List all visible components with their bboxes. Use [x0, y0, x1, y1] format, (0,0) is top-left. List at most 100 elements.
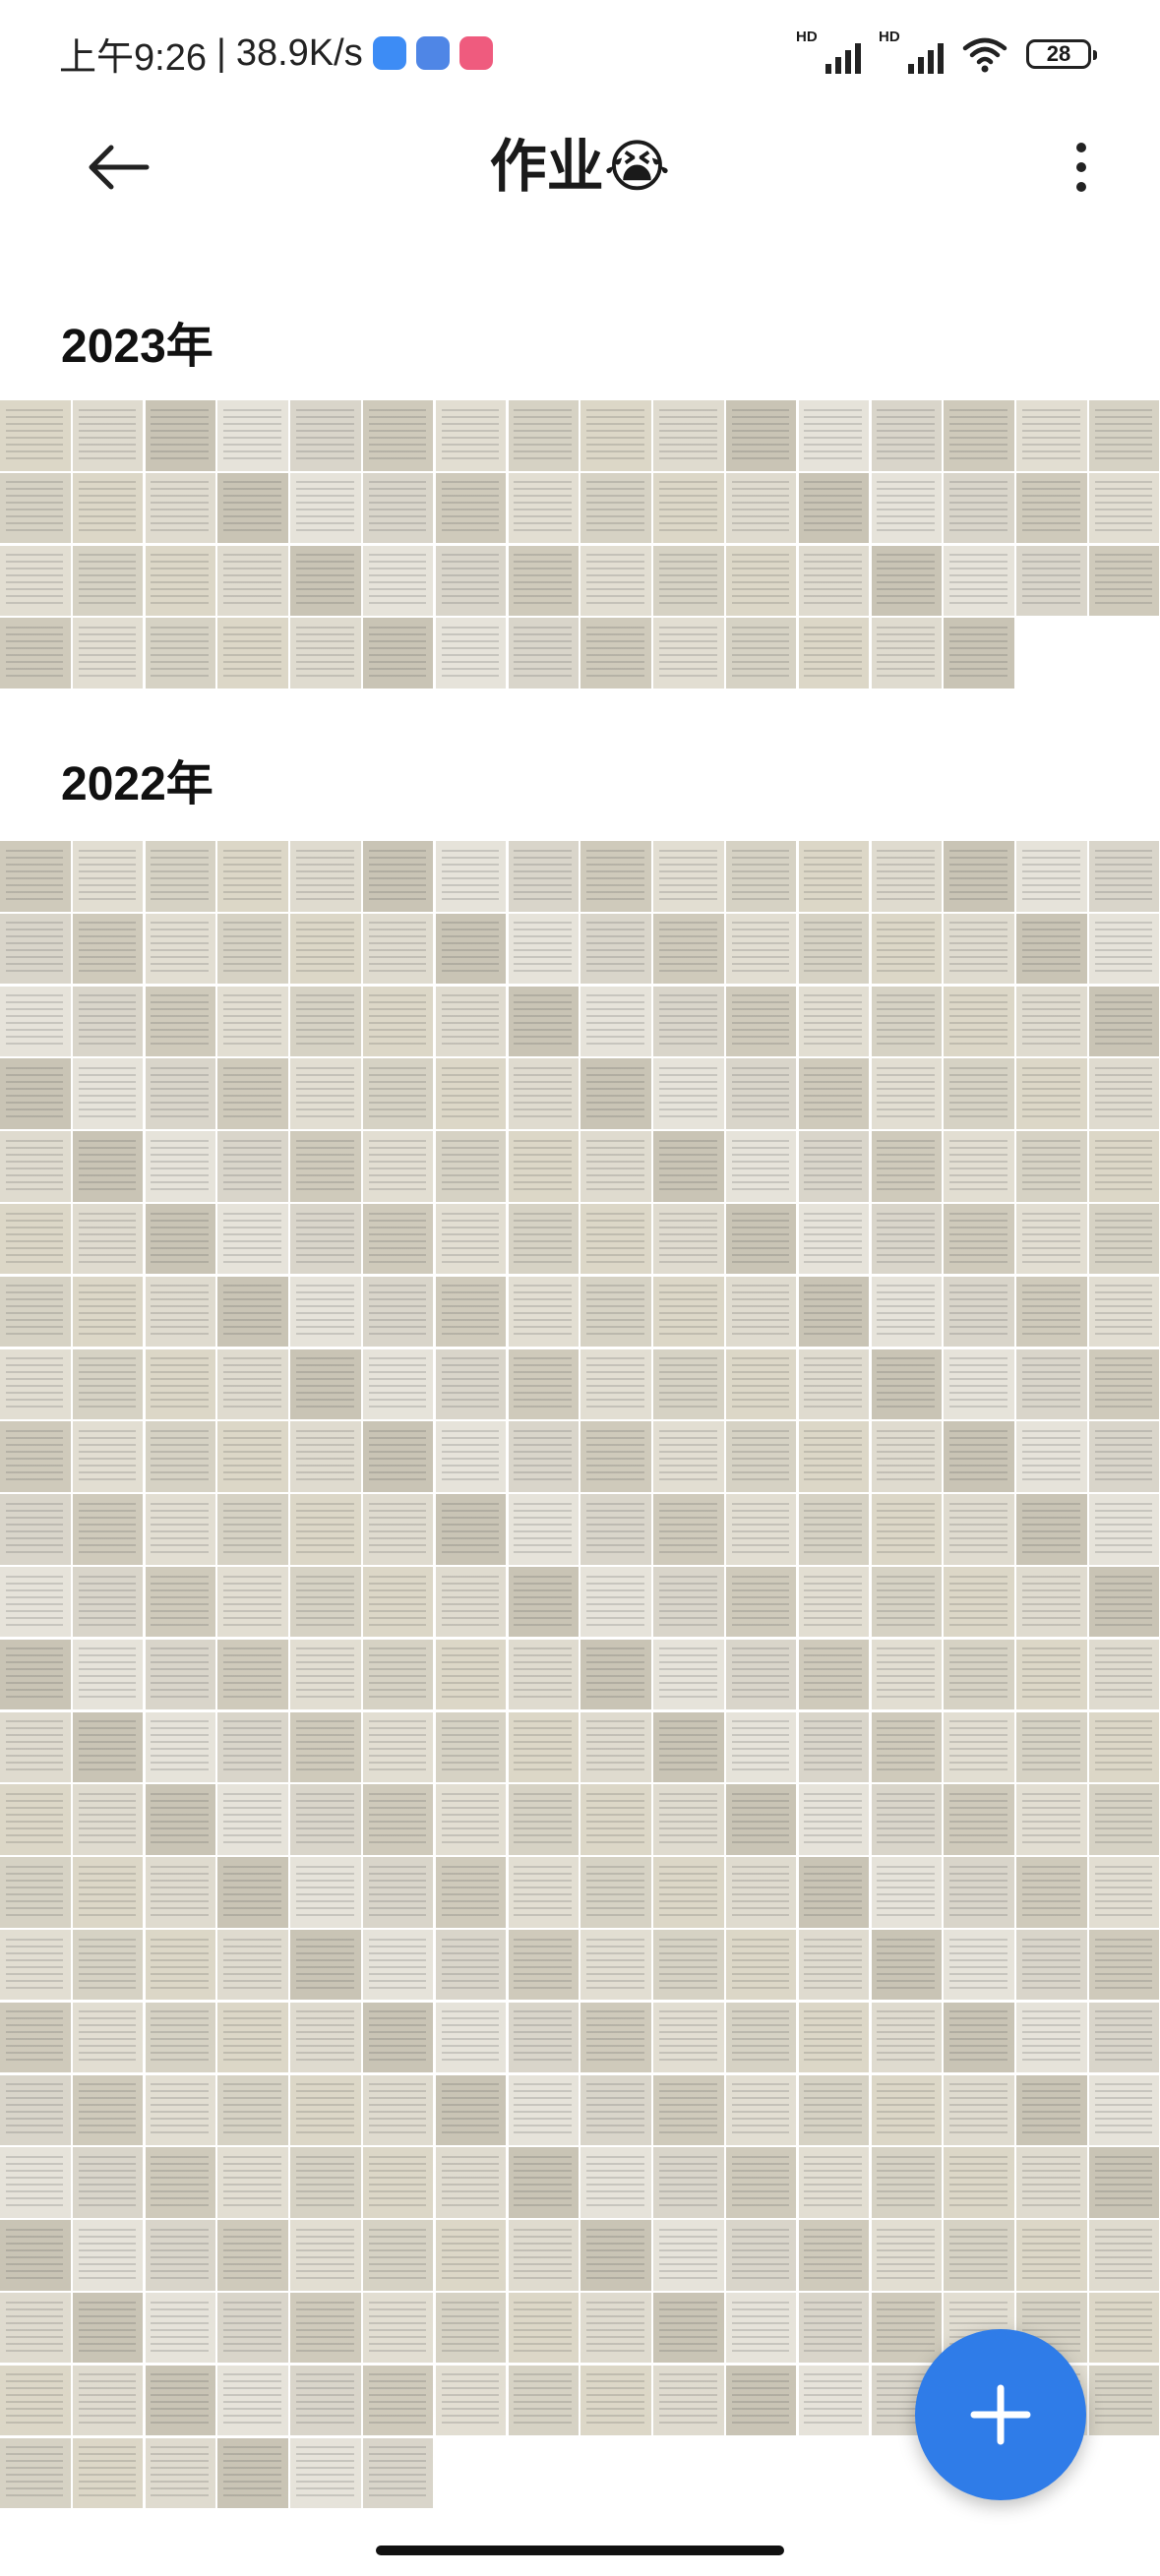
- photo-thumbnail[interactable]: [1016, 986, 1087, 1057]
- photo-thumbnail[interactable]: [1016, 1929, 1087, 2001]
- photo-thumbnail[interactable]: [290, 1857, 361, 1928]
- photo-thumbnail[interactable]: [508, 1276, 580, 1348]
- photo-thumbnail[interactable]: [508, 545, 580, 617]
- photo-thumbnail[interactable]: [1088, 1421, 1160, 1492]
- photo-thumbnail[interactable]: [72, 1566, 144, 1638]
- photo-thumbnail[interactable]: [798, 1566, 870, 1638]
- photo-thumbnail[interactable]: [798, 400, 870, 471]
- photo-thumbnail[interactable]: [362, 1203, 434, 1275]
- photo-thumbnail[interactable]: [944, 2147, 1014, 2218]
- photo-thumbnail[interactable]: [508, 2147, 580, 2218]
- photo-thumbnail[interactable]: [72, 2220, 144, 2291]
- photo-thumbnail[interactable]: [1088, 913, 1160, 985]
- photo-thumbnail[interactable]: [0, 1711, 71, 1783]
- photo-thumbnail[interactable]: [217, 1421, 288, 1492]
- photo-thumbnail[interactable]: [362, 2147, 434, 2218]
- photo-thumbnail[interactable]: [580, 1421, 651, 1492]
- photo-thumbnail[interactable]: [290, 2074, 361, 2146]
- photo-thumbnail[interactable]: [1088, 1711, 1160, 1783]
- photo-thumbnail[interactable]: [290, 1711, 361, 1783]
- photo-thumbnail[interactable]: [1088, 841, 1160, 912]
- photo-thumbnail[interactable]: [580, 2220, 651, 2291]
- photo-thumbnail[interactable]: [435, 1929, 507, 2001]
- photo-thumbnail[interactable]: [944, 2074, 1014, 2146]
- photo-thumbnail[interactable]: [435, 913, 507, 985]
- photo-thumbnail[interactable]: [72, 1784, 144, 1855]
- photo-thumbnail[interactable]: [435, 1348, 507, 1420]
- photo-thumbnail[interactable]: [0, 2292, 71, 2364]
- photo-thumbnail[interactable]: [435, 986, 507, 1057]
- photo-thumbnail[interactable]: [72, 1058, 144, 1129]
- photo-thumbnail[interactable]: [72, 1421, 144, 1492]
- photo-thumbnail[interactable]: [725, 913, 797, 985]
- photo-thumbnail[interactable]: [798, 1857, 870, 1928]
- photo-thumbnail[interactable]: [508, 1421, 580, 1492]
- photo-thumbnail[interactable]: [798, 2002, 870, 2073]
- photo-thumbnail[interactable]: [217, 841, 288, 912]
- photo-thumbnail[interactable]: [798, 2292, 870, 2364]
- home-indicator[interactable]: [376, 2546, 784, 2555]
- photo-thumbnail[interactable]: [653, 986, 724, 1057]
- photo-thumbnail[interactable]: [1016, 2147, 1087, 2218]
- photo-thumbnail[interactable]: [72, 2292, 144, 2364]
- photo-thumbnail[interactable]: [653, 913, 724, 985]
- photo-thumbnail[interactable]: [145, 986, 216, 1057]
- photo-thumbnail[interactable]: [72, 841, 144, 912]
- photo-thumbnail[interactable]: [871, 2074, 943, 2146]
- photo-thumbnail[interactable]: [290, 1058, 361, 1129]
- photo-thumbnail[interactable]: [580, 1131, 651, 1202]
- photo-thumbnail[interactable]: [362, 1639, 434, 1710]
- photo-thumbnail[interactable]: [653, 2220, 724, 2291]
- photo-thumbnail[interactable]: [871, 1131, 943, 1202]
- photo-thumbnail[interactable]: [362, 618, 434, 689]
- photo-thumbnail[interactable]: [217, 400, 288, 471]
- photo-thumbnail[interactable]: [217, 1494, 288, 1565]
- photo-thumbnail[interactable]: [362, 2365, 434, 2436]
- photo-thumbnail[interactable]: [798, 913, 870, 985]
- photo-thumbnail[interactable]: [580, 618, 651, 689]
- photo-thumbnail[interactable]: [944, 1276, 1014, 1348]
- photo-thumbnail[interactable]: [944, 472, 1014, 544]
- photo-thumbnail[interactable]: [508, 1857, 580, 1928]
- photo-thumbnail[interactable]: [871, 1421, 943, 1492]
- photo-thumbnail[interactable]: [290, 2365, 361, 2436]
- photo-thumbnail[interactable]: [145, 1711, 216, 1783]
- photo-thumbnail[interactable]: [580, 545, 651, 617]
- photo-thumbnail[interactable]: [580, 2365, 651, 2436]
- photo-thumbnail[interactable]: [435, 472, 507, 544]
- photo-thumbnail[interactable]: [217, 545, 288, 617]
- photo-thumbnail[interactable]: [1016, 1421, 1087, 1492]
- photo-thumbnail[interactable]: [1088, 986, 1160, 1057]
- photo-thumbnail[interactable]: [0, 1929, 71, 2001]
- photo-thumbnail[interactable]: [944, 841, 1014, 912]
- photo-thumbnail[interactable]: [145, 2437, 216, 2509]
- photo-thumbnail[interactable]: [580, 1929, 651, 2001]
- photo-thumbnail[interactable]: [580, 1276, 651, 1348]
- photo-thumbnail[interactable]: [290, 2220, 361, 2291]
- photo-thumbnail[interactable]: [217, 1203, 288, 1275]
- photo-thumbnail[interactable]: [1088, 472, 1160, 544]
- photo-thumbnail[interactable]: [725, 545, 797, 617]
- photo-thumbnail[interactable]: [944, 986, 1014, 1057]
- photo-thumbnail[interactable]: [1088, 1566, 1160, 1638]
- photo-thumbnail[interactable]: [798, 1494, 870, 1565]
- photo-thumbnail[interactable]: [508, 841, 580, 912]
- photo-thumbnail[interactable]: [725, 2292, 797, 2364]
- photo-thumbnail[interactable]: [725, 1784, 797, 1855]
- photo-thumbnail[interactable]: [653, 1494, 724, 1565]
- photo-thumbnail[interactable]: [0, 1348, 71, 1420]
- photo-thumbnail[interactable]: [508, 913, 580, 985]
- photo-thumbnail[interactable]: [580, 2292, 651, 2364]
- photo-thumbnail[interactable]: [798, 618, 870, 689]
- photo-thumbnail[interactable]: [0, 1784, 71, 1855]
- photo-thumbnail[interactable]: [435, 841, 507, 912]
- photo-thumbnail[interactable]: [362, 2074, 434, 2146]
- photo-thumbnail[interactable]: [1088, 2292, 1160, 2364]
- photo-thumbnail[interactable]: [362, 841, 434, 912]
- photo-thumbnail[interactable]: [0, 1566, 71, 1638]
- photo-thumbnail[interactable]: [72, 1494, 144, 1565]
- photo-thumbnail[interactable]: [72, 2074, 144, 2146]
- photo-thumbnail[interactable]: [145, 1929, 216, 2001]
- photo-thumbnail[interactable]: [217, 2002, 288, 2073]
- photo-thumbnail[interactable]: [217, 1348, 288, 1420]
